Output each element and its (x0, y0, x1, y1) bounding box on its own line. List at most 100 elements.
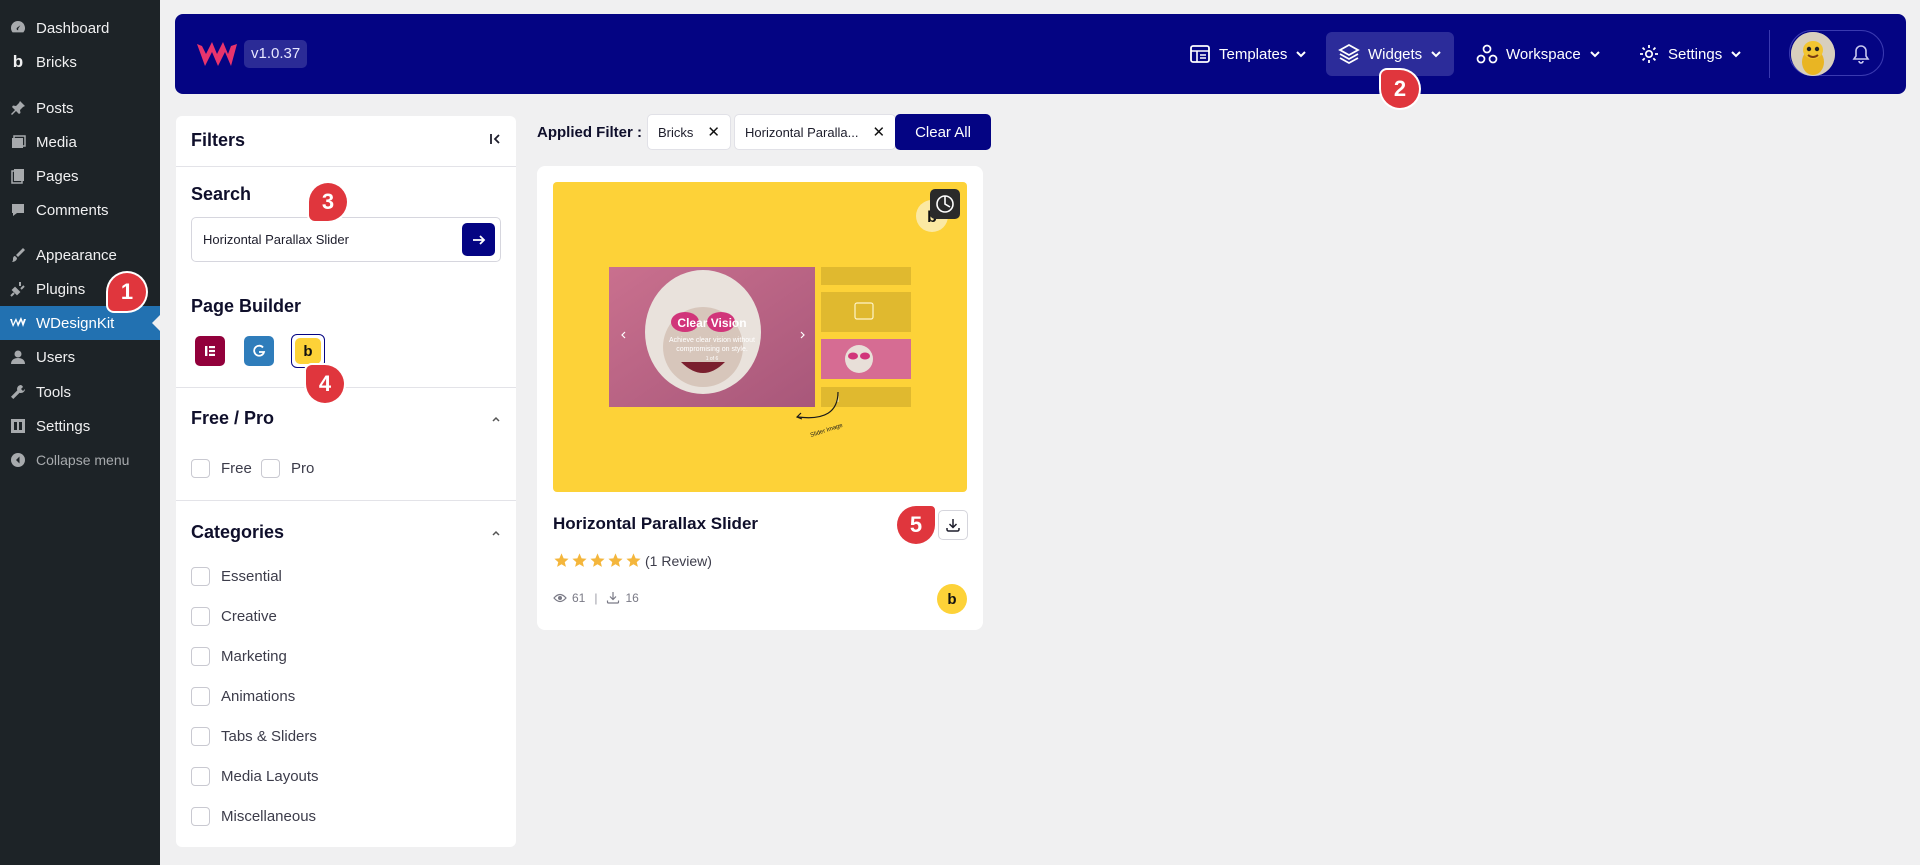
plug-icon (9, 280, 27, 298)
filter-chip-search: Horizontal Paralla... ✕ (734, 114, 897, 150)
dashboard-icon (9, 19, 27, 37)
category-animations[interactable]: Animations (191, 687, 295, 706)
step-marker-5: 5 (897, 506, 935, 544)
checkbox[interactable] (191, 567, 210, 586)
nav-label: Templates (1219, 45, 1288, 63)
wp-menu-label: Appearance (36, 246, 117, 264)
category-miscellaneous[interactable]: Miscellaneous (191, 807, 316, 826)
wrench-icon (9, 383, 27, 401)
wp-menu-label: Plugins (36, 280, 86, 298)
checkbox-free[interactable]: Free (191, 459, 252, 478)
bell-icon[interactable] (1852, 44, 1870, 64)
media-icon (9, 133, 27, 151)
download-icon (946, 519, 960, 532)
nav-label: Widgets (1368, 45, 1423, 63)
star-icon (572, 553, 587, 567)
wp-menu-label: Pages (36, 167, 79, 185)
widget-title[interactable]: Horizontal Parallax Slider (553, 514, 758, 534)
checkbox[interactable] (191, 459, 210, 478)
checkbox-label: Media Layouts (221, 768, 319, 785)
search-input[interactable] (192, 218, 454, 261)
categories-section-title: Categories (191, 522, 285, 542)
chevron-up-icon[interactable] (490, 527, 502, 539)
category-media-layouts[interactable]: Media Layouts (191, 767, 319, 786)
close-icon[interactable]: ✕ (872, 123, 885, 141)
collapse-icon (9, 451, 27, 469)
checkbox-pro[interactable]: Pro (261, 459, 314, 478)
bricks-icon: b (12, 52, 24, 71)
checkbox-label: Miscellaneous (221, 808, 317, 825)
wp-menu-tools[interactable]: Tools (0, 375, 160, 409)
checkbox-label: Animations (221, 688, 296, 705)
nav-templates[interactable]: Templates (1177, 32, 1319, 76)
builder-gutenberg-button[interactable] (242, 334, 276, 368)
nav-workspace[interactable]: Workspace (1464, 32, 1613, 76)
wp-menu-bricks[interactable]: b Bricks (0, 45, 160, 79)
category-creative[interactable]: Creative (191, 607, 277, 626)
chevron-down-icon (1431, 51, 1441, 58)
divider (176, 387, 516, 388)
slider-caption: Slider Image (810, 423, 845, 439)
download-count: 16 (625, 591, 639, 605)
checkbox[interactable] (191, 767, 210, 786)
wp-menu-label: Bricks (36, 53, 77, 71)
wp-menu-appearance[interactable]: Appearance (0, 238, 160, 272)
checkbox[interactable] (191, 727, 210, 746)
chip-label: Horizontal Paralla... (745, 124, 859, 140)
category-tabs-sliders[interactable]: Tabs & Sliders (191, 727, 317, 746)
download-count-icon (607, 592, 620, 604)
search-submit-button[interactable] (462, 223, 495, 256)
clear-all-button[interactable]: Clear All (895, 114, 991, 150)
page-builder-section-title: Page Builder (191, 296, 302, 316)
active-indicator (152, 315, 160, 331)
comments-icon (9, 201, 27, 219)
wp-menu-media[interactable]: Media (0, 125, 160, 159)
nav-settings[interactable]: Settings (1626, 32, 1754, 76)
category-essential[interactable]: Essential (191, 567, 282, 586)
nav-label: Workspace (1506, 45, 1581, 63)
review-count: (1 Review) (645, 552, 712, 569)
templates-icon (1190, 45, 1210, 63)
wp-menu-settings[interactable]: Settings (0, 409, 160, 443)
widget-card[interactable]: Clear Vision Achieve clear vision withou… (537, 166, 983, 630)
chevron-up-icon[interactable] (490, 413, 502, 425)
slide-text-2: compromising on style. (676, 346, 748, 353)
close-icon[interactable]: ✕ (707, 123, 720, 141)
chip-label: Bricks (658, 124, 694, 140)
download-button[interactable] (938, 510, 968, 540)
wp-menu-users[interactable]: Users (0, 340, 160, 374)
category-marketing[interactable]: Marketing (191, 647, 287, 666)
wp-menu-label: Media (36, 133, 77, 151)
wp-menu-label: WDesignKit (36, 314, 115, 332)
wp-menu-wdesignkit[interactable]: WDesignKit (0, 306, 160, 340)
builder-elementor-button[interactable] (193, 334, 227, 368)
chevron-down-icon (1296, 51, 1307, 58)
workspace-icon (1476, 44, 1498, 64)
settings-icon (9, 417, 27, 435)
elementor-icon (195, 336, 225, 366)
collapse-panel-icon[interactable] (488, 132, 502, 146)
wp-menu-label: Dashboard (36, 19, 110, 37)
wp-menu-dashboard[interactable]: Dashboard (0, 11, 160, 45)
checkbox[interactable] (191, 607, 210, 626)
star-icon (626, 553, 641, 567)
wp-menu-comments[interactable]: Comments (0, 193, 160, 227)
wdesignkit-icon (9, 314, 27, 332)
avatar[interactable] (1791, 32, 1835, 76)
divider (176, 166, 516, 167)
profile-toggle[interactable] (1789, 30, 1884, 76)
wp-menu-pages[interactable]: Pages (0, 159, 160, 193)
users-icon (9, 348, 27, 366)
wp-menu-label: Posts (36, 99, 74, 117)
wp-menu-collapse[interactable]: Collapse menu (0, 443, 160, 477)
checkbox[interactable] (191, 647, 210, 666)
widget-preview-image[interactable]: Clear Vision Achieve clear vision withou… (553, 182, 967, 492)
checkbox[interactable] (261, 459, 280, 478)
filter-chip-bricks: Bricks ✕ (647, 114, 731, 150)
checkbox[interactable] (191, 807, 210, 826)
builder-bricks-button[interactable]: b (291, 334, 325, 368)
checkbox[interactable] (191, 687, 210, 706)
checkbox-label: Tabs & Sliders (221, 728, 317, 745)
layers-icon (1338, 43, 1360, 65)
wp-menu-posts[interactable]: Posts (0, 91, 160, 125)
